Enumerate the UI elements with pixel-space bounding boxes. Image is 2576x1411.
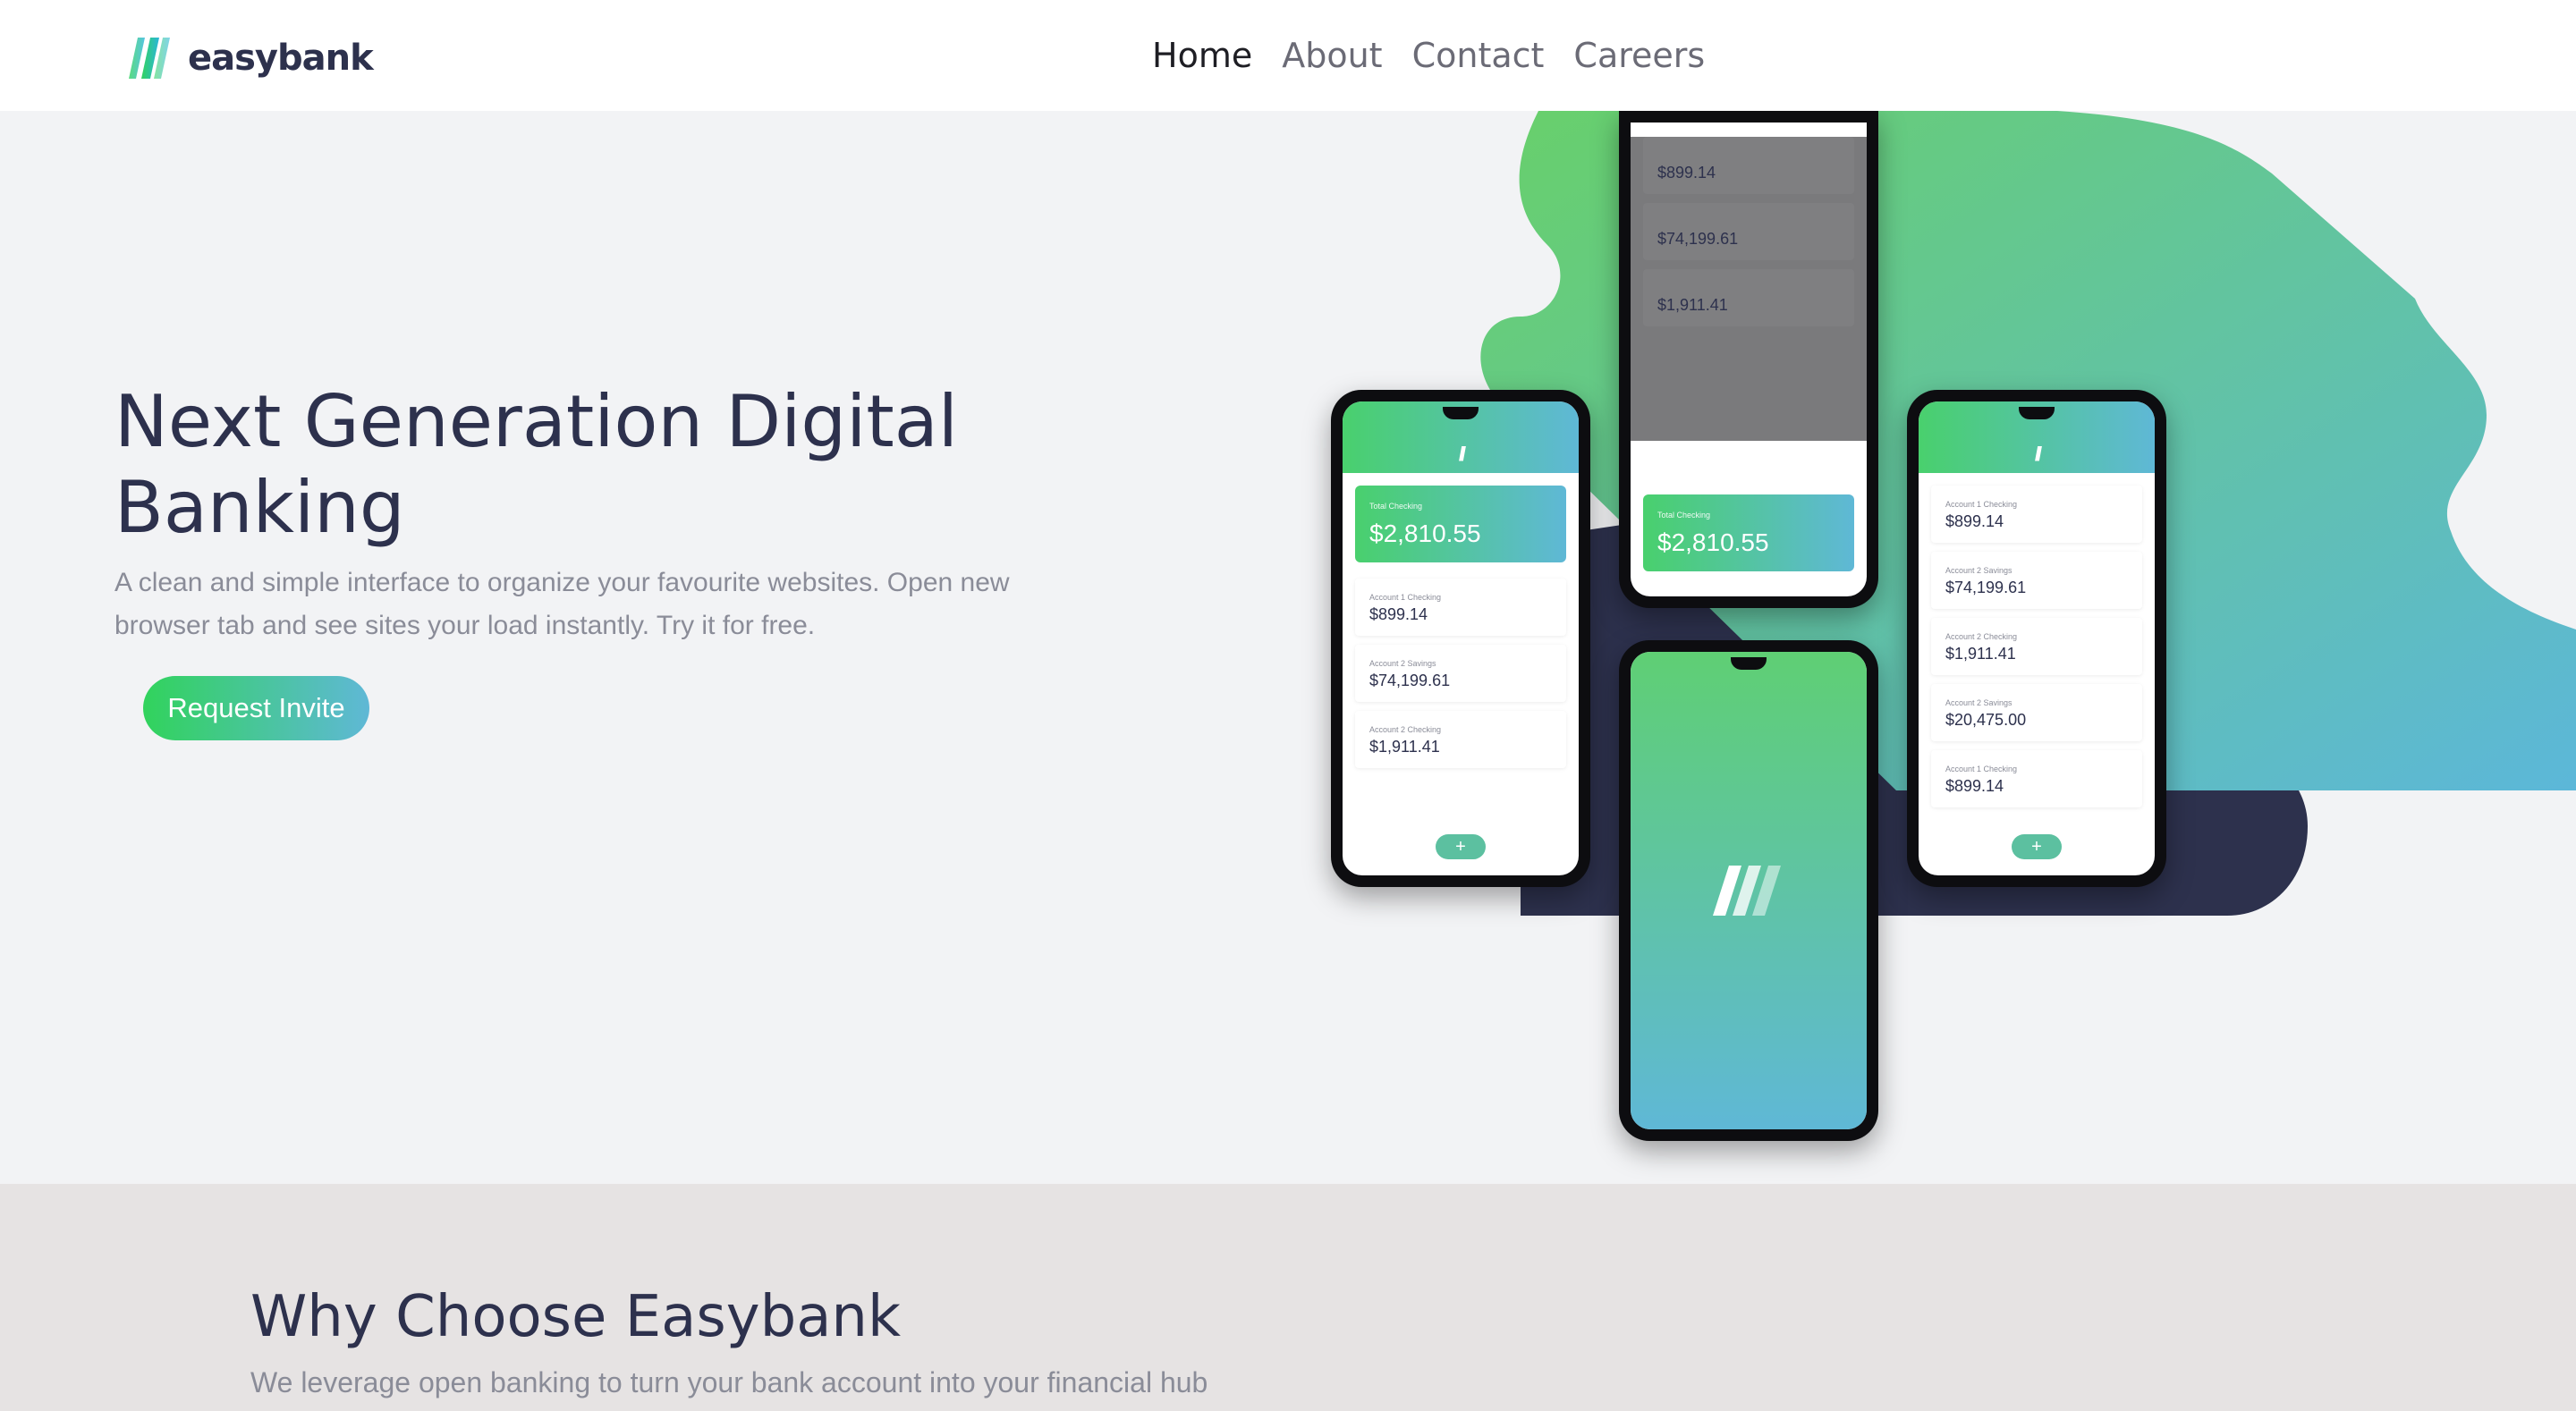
- account-label: Account 2 Savings: [1945, 566, 2012, 575]
- total-label: Total Checking: [1657, 511, 1711, 520]
- plus-icon: +: [1436, 834, 1486, 859]
- account-label: Account 1 Checking: [1945, 500, 2018, 509]
- account-amount: $899.14: [1369, 605, 1428, 623]
- phone-mockup-left: // Total Checking $2,810.55 Account 1 Ch…: [1331, 390, 1590, 887]
- splash-logo-icon: [1713, 866, 1781, 916]
- account-row: Account 2 Checking $1,911.41: [1355, 711, 1566, 768]
- account-amount: $74,199.61: [1369, 672, 1451, 689]
- easybank-logo-icon: [129, 38, 170, 79]
- nav-about[interactable]: About: [1282, 30, 1382, 80]
- account-label: Account 2 Checking: [1945, 632, 2018, 641]
- account-label: Account 2 Checking: [1369, 725, 1442, 734]
- account-label: Account 1 Checking: [1369, 593, 1442, 602]
- account-amount: $74,199.61: [1657, 230, 1739, 248]
- hero-section: Next Generation Digital Banking A clean …: [0, 111, 2576, 1184]
- account-amount: $20,475.00: [1945, 711, 2027, 729]
- account-amount: $74,199.61: [1945, 579, 2027, 596]
- account-row: Account 1 Checking $899.14: [1355, 579, 1566, 636]
- total-amount: $2,810.55: [1657, 528, 1769, 556]
- main-nav: Home About Contact Careers: [1152, 30, 1734, 80]
- request-invite-button[interactable]: Request Invite: [143, 676, 369, 740]
- account-row: $1,911.41: [1643, 269, 1854, 326]
- account-amount: $1,911.41: [1369, 738, 1440, 756]
- account-amount: $899.14: [1945, 512, 2004, 530]
- account-row: Account 1 Checking $899.14: [1931, 486, 2142, 543]
- account-label: Account 1 Checking: [1945, 765, 2018, 773]
- nav-home[interactable]: Home: [1152, 30, 1252, 80]
- mini-logo-icon: //: [2034, 443, 2042, 465]
- why-subtitle: We leverage open banking to turn your ba…: [250, 1366, 1208, 1398]
- why-title: Why Choose Easybank: [250, 1284, 902, 1350]
- account-row: $899.14: [1643, 137, 1854, 194]
- nav-careers[interactable]: Careers: [1573, 30, 1705, 80]
- account-row: Account 2 Savings $20,475.00: [1931, 684, 2142, 741]
- total-card: Total Checking $2,810.55: [1643, 494, 1854, 571]
- account-label: Account 2 Savings: [1945, 698, 2012, 707]
- logo[interactable]: easybank: [129, 38, 374, 79]
- account-amount: $899.14: [1657, 164, 1716, 182]
- phone-mockup-splash: [1619, 640, 1878, 1141]
- account-row: Account 2 Checking $1,911.41: [1931, 618, 2142, 675]
- total-card: Total Checking $2,810.55: [1355, 486, 1566, 562]
- account-amount: $1,911.41: [1945, 645, 2016, 663]
- plus-icon: +: [2012, 834, 2062, 859]
- account-amount: $1,911.41: [1657, 296, 1728, 314]
- phone-mockup-right: // Account 1 Checking $899.14 Account 2 S…: [1907, 390, 2166, 887]
- why-section: Why Choose Easybank We leverage open ban…: [0, 1184, 2576, 1411]
- account-row: Account 1 Checking $899.14: [1931, 750, 2142, 807]
- phone-mockup-top: $899.14 $74,199.61 $1,911.41 Total Check…: [1619, 111, 1878, 608]
- account-row: $74,199.61: [1643, 203, 1854, 260]
- hero-title: Next Generation Digital Banking: [114, 380, 958, 549]
- nav-contact[interactable]: Contact: [1412, 30, 1545, 80]
- hero-description: A clean and simple interface to organize…: [114, 568, 1010, 640]
- logo-text: easybank: [188, 38, 374, 79]
- account-amount: $899.14: [1945, 777, 2004, 795]
- site-header: easybank Home About Contact Careers: [0, 0, 2576, 111]
- account-row: Account 2 Savings $74,199.61: [1355, 645, 1566, 702]
- account-row: Account 2 Savings $74,199.61: [1931, 552, 2142, 609]
- mini-logo-icon: //: [1458, 443, 1466, 465]
- total-amount: $2,810.55: [1369, 520, 1481, 547]
- total-label: Total Checking: [1369, 502, 1423, 511]
- account-label: Account 2 Savings: [1369, 659, 1436, 668]
